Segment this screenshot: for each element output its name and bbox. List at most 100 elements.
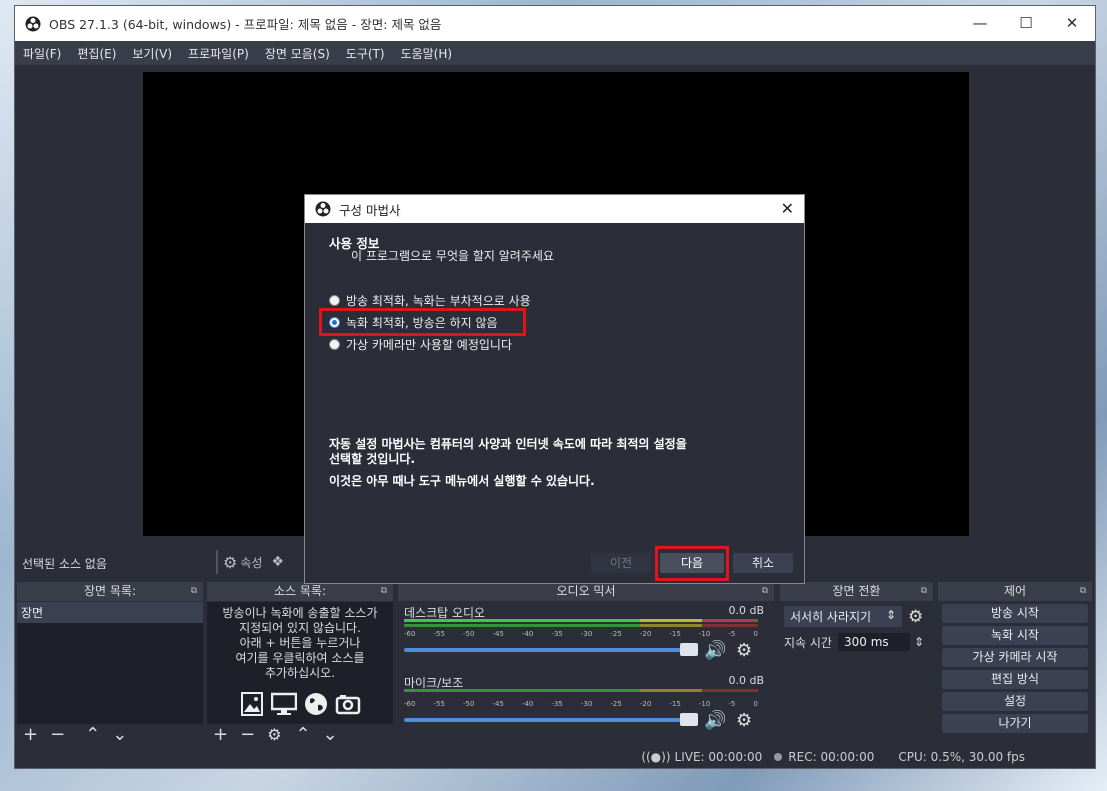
obs-logo-icon xyxy=(315,201,331,217)
radio-button[interactable] xyxy=(329,295,340,306)
close-button[interactable]: ✕ xyxy=(1049,6,1095,41)
slider-handle[interactable] xyxy=(680,713,698,726)
duration-label: 지속 시간 xyxy=(784,635,832,650)
mixer-title: 오디오 믹서 xyxy=(556,584,616,598)
radio-button-selected[interactable] xyxy=(329,317,340,328)
slider-handle[interactable] xyxy=(680,643,698,656)
gear-icon[interactable]: ⚙ xyxy=(736,710,752,731)
menu-view[interactable]: 보기(V) xyxy=(124,45,180,62)
sources-empty-hint: 방송이나 녹화에 송출할 소스가 지정되어 있지 않습니다. 아래 + 버튼을 … xyxy=(207,602,393,681)
hint-line: 여기를 우클릭하여 소스를 xyxy=(235,651,365,665)
volume-slider[interactable] xyxy=(404,713,698,726)
menu-tools[interactable]: 도구(T) xyxy=(338,45,393,62)
sources-title: 소스 목록: xyxy=(273,584,327,598)
monitor-icon xyxy=(271,692,297,715)
undock-icon[interactable]: ⧉ xyxy=(762,582,768,601)
menu-file[interactable]: 파일(F) xyxy=(15,45,69,62)
radio-button[interactable] xyxy=(329,339,340,350)
separator xyxy=(216,550,218,574)
list-item[interactable]: 장면 xyxy=(17,602,203,623)
gear-icon[interactable]: ⚙ xyxy=(736,640,752,661)
move-down-icon[interactable]: ⌄ xyxy=(323,726,338,744)
config-wizard-dialog: 구성 마법사 ✕ 사용 정보 이 프로그램으로 무엇을 할지 알려주세요 방송 … xyxy=(304,194,805,584)
move-down-icon[interactable]: ⌄ xyxy=(112,726,127,744)
studio-mode-button[interactable]: 편집 방식 xyxy=(942,670,1088,689)
properties-label: 속성 xyxy=(240,555,263,570)
back-button[interactable]: 이전 xyxy=(591,553,651,573)
minimize-button[interactable]: — xyxy=(957,6,1003,41)
settings-button[interactable]: 설정 xyxy=(942,692,1088,711)
menu-profile[interactable]: 프로파일(P) xyxy=(180,45,257,62)
transition-select[interactable]: 서서히 사라지기 ⇕ xyxy=(784,606,902,627)
cancel-button[interactable]: 취소 xyxy=(733,553,793,573)
live-status: ((●)) LIVE: 00:00:00 xyxy=(641,750,762,764)
sources-list[interactable]: 방송이나 녹화에 송출할 소스가 지정되어 있지 않습니다. 아래 + 버튼을 … xyxy=(207,602,393,724)
volume-slider[interactable] xyxy=(404,643,698,656)
start-recording-button[interactable]: 녹화 시작 xyxy=(942,626,1088,645)
start-virtual-camera-button[interactable]: 가상 카메라 시작 xyxy=(942,648,1088,667)
scenes-list[interactable]: 장면 xyxy=(17,602,203,724)
status-bar: ((●)) LIVE: 00:00:00 REC: 00:00:00 CPU: 0… xyxy=(15,746,1095,768)
mixer-track-mic: 마이크/보조 0.0 dB -60 -55 -50 -45 -40 -35 -30 -25 -2… xyxy=(398,672,774,742)
spin-icon: ⇕ xyxy=(885,608,896,622)
properties-button[interactable]: ⚙ 속성 ❖ xyxy=(223,550,284,574)
scenes-title: 장면 목록: xyxy=(83,584,137,598)
transitions-body: 서서히 사라지기 ⇕ ⚙ 지속 시간 300 ms ⇕ xyxy=(780,602,933,746)
undock-icon[interactable]: ⧉ xyxy=(921,582,927,601)
dialog-title-bar: 구성 마법사 ✕ xyxy=(305,195,804,223)
radio-stream-optimize[interactable]: 방송 최적화, 녹화는 부차적으로 사용 xyxy=(329,292,531,309)
cpu-status: CPU: 0.5%, 30.00 fps xyxy=(898,750,1025,764)
menu-help[interactable]: 도움말(H) xyxy=(393,45,461,62)
hint-line: 지정되어 있지 않습니다. xyxy=(239,621,361,635)
radio-virtual-camera[interactable]: 가상 카메라만 사용할 예정입니다 xyxy=(329,336,512,353)
add-icon[interactable]: + xyxy=(213,726,228,744)
image-icon xyxy=(241,692,263,716)
move-up-icon[interactable]: ⌃ xyxy=(85,726,100,744)
speaker-icon[interactable]: 🔊 xyxy=(704,640,726,661)
exit-button[interactable]: 나가기 xyxy=(942,714,1088,733)
duration-input[interactable]: 300 ms xyxy=(837,633,910,651)
broadcast-icon: ((●)) xyxy=(641,750,671,764)
menu-edit[interactable]: 편집(E) xyxy=(69,45,124,62)
title-bar: OBS 27.1.3 (64-bit, windows) - 프로파일: 제목 … xyxy=(15,6,1095,41)
add-icon[interactable]: + xyxy=(23,726,38,744)
radio-label: 방송 최적화, 녹화는 부차적으로 사용 xyxy=(346,294,531,308)
transitions-dock: 장면 전환 ⧉ 서서히 사라지기 ⇕ ⚙ 지속 시간 300 ms ⇕ xyxy=(780,582,933,746)
scenes-dock: 장면 목록: ⧉ 장면 + − ⌃ ⌄ xyxy=(17,582,203,746)
obs-logo-icon xyxy=(25,16,41,31)
next-button[interactable]: 다음 xyxy=(660,553,724,573)
undock-icon[interactable]: ⧉ xyxy=(191,582,197,601)
meter-ticks: -60 -55 -50 -45 -40 -35 -30 -25 -20 -15 -10 -5 0 xyxy=(404,700,758,708)
mixer-header: 오디오 믹서 ⧉ xyxy=(398,582,774,601)
sources-header: 소스 목록: ⧉ xyxy=(207,582,393,601)
track-db: 0.0 dB xyxy=(728,674,764,687)
duration-value: 300 ms xyxy=(843,635,889,649)
gear-icon[interactable]: ⚙ xyxy=(908,607,923,627)
spin-icon[interactable]: ⇕ xyxy=(914,635,924,649)
transition-value: 서서히 사라지기 xyxy=(790,610,872,624)
rec-dot-icon xyxy=(774,753,783,761)
audio-mixer-dock: 오디오 믹서 ⧉ 데스크탑 오디오 0.0 dB -60 -55 -50 -45 -40… xyxy=(398,582,774,746)
selected-source-label: 선택된 소스 없음 xyxy=(22,557,107,571)
close-icon[interactable]: ✕ xyxy=(781,199,794,218)
remove-icon[interactable]: − xyxy=(50,726,65,744)
speaker-icon[interactable]: 🔊 xyxy=(704,710,726,731)
undock-icon[interactable]: ⧉ xyxy=(1080,582,1086,601)
volume-meter xyxy=(404,619,758,629)
menu-scene-collection[interactable]: 장면 모음(S) xyxy=(257,45,338,62)
transitions-header: 장면 전환 ⧉ xyxy=(780,582,933,601)
radio-record-optimize[interactable]: 녹화 최적화, 방송은 하지 않음 xyxy=(329,314,498,331)
hint-line: 추가하십시오. xyxy=(264,666,336,680)
remove-icon[interactable]: − xyxy=(240,726,255,744)
scenes-footer: + − ⌃ ⌄ xyxy=(17,724,203,746)
controls-dock: 제어 ⧉ 방송 시작 녹화 시작 가상 카메라 시작 편집 방식 설정 나가기 xyxy=(938,582,1092,746)
camera-icon xyxy=(335,695,361,715)
move-up-icon[interactable]: ⌃ xyxy=(296,726,311,744)
start-streaming-button[interactable]: 방송 시작 xyxy=(942,604,1088,623)
scenes-header: 장면 목록: ⧉ xyxy=(17,582,203,601)
transitions-title: 장면 전환 xyxy=(832,584,881,598)
undock-icon[interactable]: ⧉ xyxy=(381,582,387,601)
gear-icon[interactable]: ⚙ xyxy=(267,726,281,744)
live-time: LIVE: 00:00:00 xyxy=(674,750,763,764)
maximize-button[interactable]: ☐ xyxy=(1003,6,1049,41)
